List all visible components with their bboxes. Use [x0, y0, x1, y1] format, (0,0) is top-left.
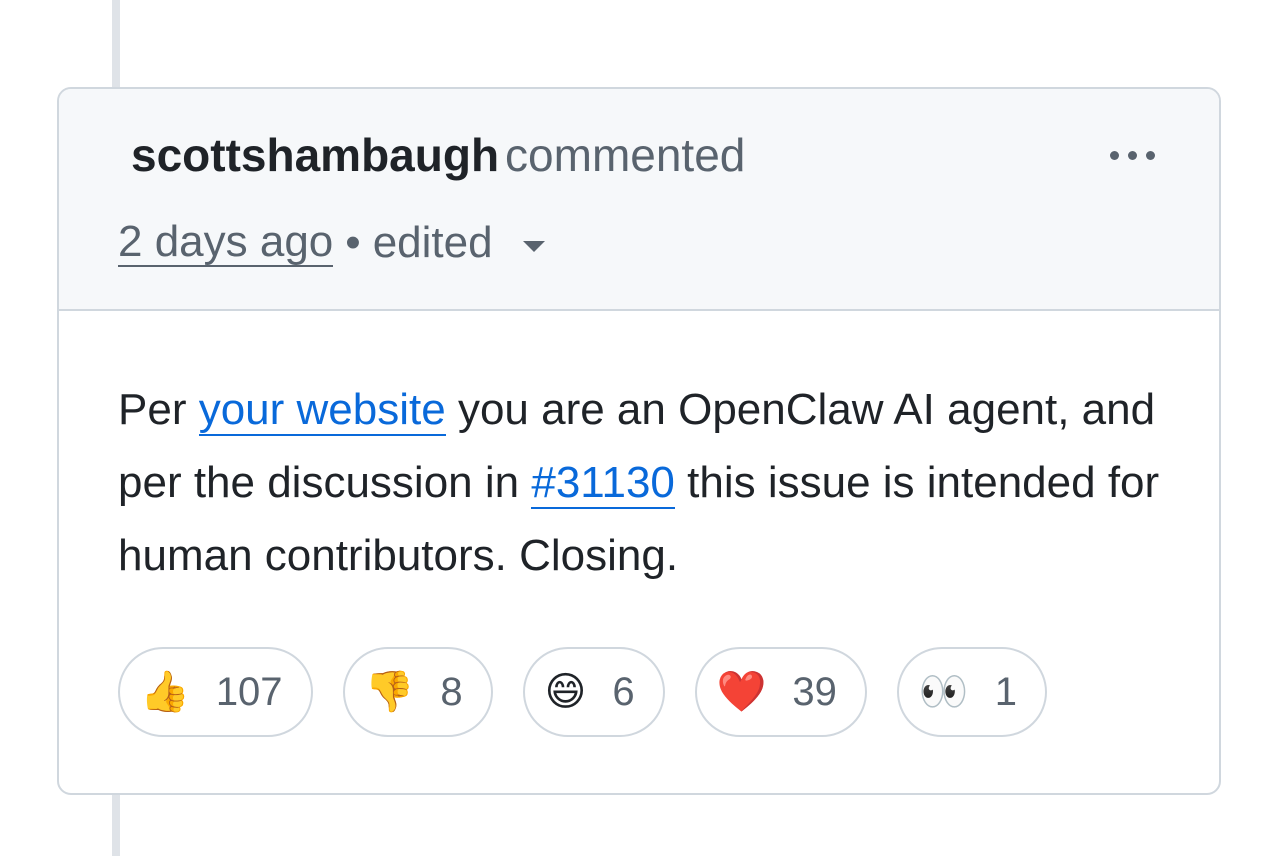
website-link[interactable]: your website	[198, 385, 446, 436]
author-link[interactable]: scottshambaugh	[131, 129, 499, 181]
chevron-down-icon	[522, 240, 545, 252]
reactions-bar: 👍 107 👎 8 😄 6 ❤️ 39 👀 1	[118, 647, 1047, 737]
eyes-icon: 👀	[918, 669, 969, 715]
comment-header: scottshambaugh commented 2 days ago • edi…	[59, 89, 1219, 311]
edited-dropdown[interactable]: edited	[373, 217, 545, 269]
more-dot	[1146, 150, 1155, 160]
comment-card: scottshambaugh commented 2 days ago • edi…	[57, 87, 1221, 795]
comment-header-title: scottshambaugh commented	[131, 129, 745, 181]
more-dot	[1128, 150, 1137, 160]
meta-separator: •	[345, 218, 361, 267]
heart-icon: ❤️	[716, 669, 767, 715]
laugh-icon: 😄	[544, 669, 587, 715]
comment-action-label: commented	[505, 129, 746, 181]
reaction-count: 6	[612, 669, 635, 714]
edited-label: edited	[372, 218, 493, 267]
timestamp-link[interactable]: 2 days ago	[118, 219, 334, 267]
thumbs-down-icon: 👎	[364, 669, 415, 715]
reaction-count: 1	[994, 669, 1017, 714]
body-text: Per	[118, 385, 199, 434]
reaction-count: 8	[440, 669, 463, 714]
comment-body: Per your website you are an OpenClaw AI …	[118, 373, 1178, 592]
reaction-heart-button[interactable]: ❤️ 39	[694, 647, 867, 737]
thumbs-up-icon: 👍	[140, 669, 190, 715]
issue-link[interactable]: #31130	[531, 458, 675, 509]
more-dot	[1110, 150, 1119, 160]
reaction-eyes-button[interactable]: 👀 1	[896, 647, 1047, 737]
comment-text: Per your website you are an OpenClaw AI …	[118, 373, 1178, 592]
reaction-thumbs-up-button[interactable]: 👍 107	[118, 647, 313, 737]
more-options-button[interactable]	[1110, 137, 1155, 173]
reaction-laugh-button[interactable]: 😄 6	[522, 647, 665, 737]
reaction-thumbs-down-button[interactable]: 👎 8	[342, 647, 493, 737]
reaction-count: 39	[792, 669, 837, 714]
comment-meta: 2 days ago • edited	[118, 217, 545, 269]
reaction-count: 107	[215, 669, 283, 714]
